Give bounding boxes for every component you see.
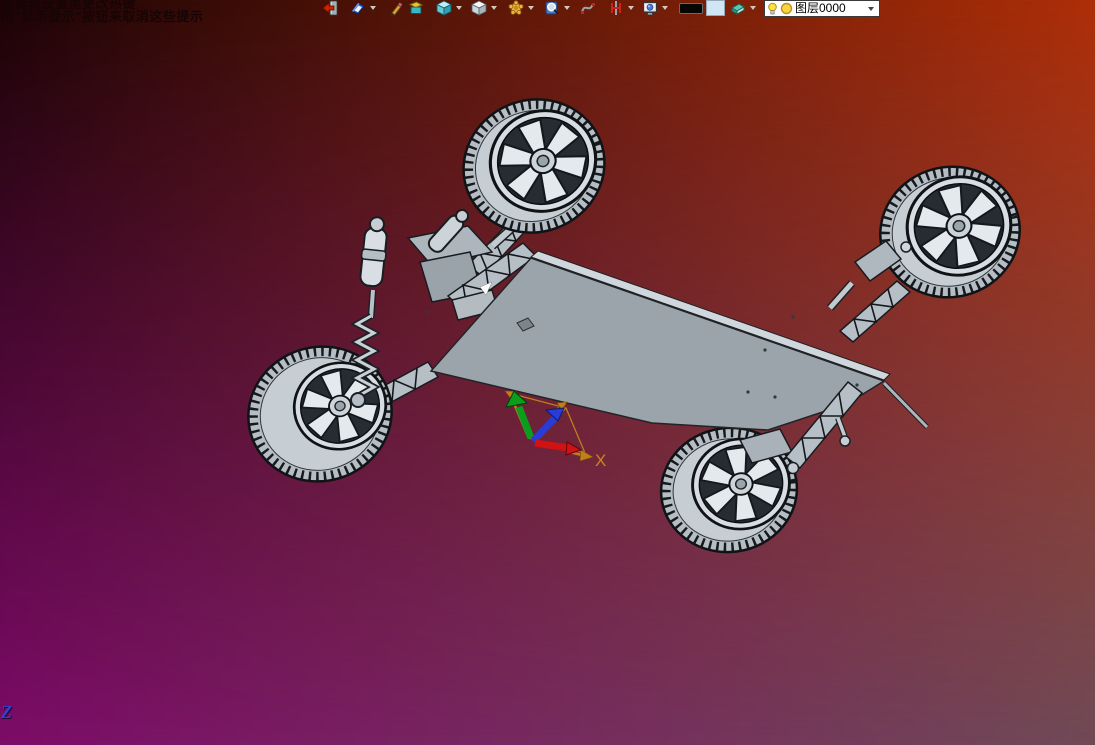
cube-cyan-dropdown-chevron[interactable] [456,6,462,10]
color-swatch-icon[interactable] [706,0,725,16]
eraser-icon[interactable] [730,0,746,16]
notebook-dropdown-chevron[interactable] [370,6,376,10]
h-beam-dropdown-chevron[interactable] [628,6,634,10]
3d-viewport-canvas[interactable]: X [0,0,1095,745]
gear-dropdown-chevron[interactable] [528,6,534,10]
axis-x-label: X [595,451,606,470]
wheel-rear-left[interactable] [232,330,407,499]
layer-combobox[interactable]: 图层0000 [764,0,880,17]
eraser-dropdown-chevron[interactable] [750,6,756,10]
line-width-icon[interactable] [679,3,703,14]
search-icon[interactable] [544,0,560,16]
toolbar: 图层0000 [0,0,1095,17]
wheel-rear-right[interactable] [653,419,805,561]
layer-combobox-dropdown[interactable] [865,1,877,16]
layer-color-icon [780,2,793,15]
box-lid-icon[interactable] [408,0,424,16]
cube-cyan-icon[interactable] [436,0,452,16]
h-beam-icon[interactable] [608,0,624,16]
search-dropdown-chevron[interactable] [564,6,570,10]
notebook-icon[interactable] [350,0,366,16]
render-monitor-icon[interactable] [642,0,658,16]
layer-combobox-value: 图层0000 [795,1,846,15]
spline-icon[interactable] [580,0,596,16]
view-axis-z-label: Z [1,702,12,722]
cube-white-dropdown-chevron[interactable] [491,6,497,10]
bulb-icon [768,2,777,14]
axis-z-arrow[interactable] [530,407,565,444]
cube-white-icon[interactable] [471,0,487,16]
wheel-front-left[interactable] [445,80,624,253]
cad-window: 在选项设置里更改热键 用"显示提示"按钮来取消这些提示 图层0000 X Z [0,0,1095,745]
pencil-icon[interactable] [388,0,404,16]
render-dropdown-chevron[interactable] [662,6,668,10]
gear-orange-icon[interactable] [508,0,524,16]
exit-icon[interactable] [322,0,338,16]
